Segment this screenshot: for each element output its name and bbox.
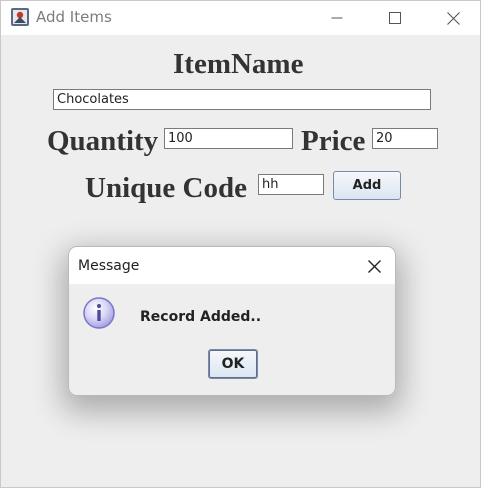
java-app-icon	[11, 8, 29, 26]
info-icon	[83, 297, 115, 329]
dialog-close-button[interactable]	[361, 253, 387, 279]
dialog-message: Record Added..	[140, 309, 262, 325]
maximize-icon	[389, 12, 401, 24]
window-title: Add Items	[36, 8, 112, 26]
maximize-button[interactable]	[372, 1, 418, 35]
unique-code-field[interactable]: hh	[258, 174, 324, 195]
dialog-title: Message	[78, 258, 140, 274]
item-name-field[interactable]: Chocolates	[53, 89, 431, 110]
close-icon	[367, 259, 381, 273]
dialog-title-bar[interactable]: Message	[69, 247, 395, 284]
minimize-icon	[331, 17, 343, 19]
close-button[interactable]	[430, 1, 476, 35]
ok-button[interactable]: OK	[208, 349, 258, 379]
quantity-field[interactable]: 100	[164, 128, 293, 149]
add-items-window: Add Items ItemName Chocolates Quantity 1…	[0, 0, 481, 488]
quantity-label: Quantity	[47, 125, 159, 157]
add-button[interactable]: Add	[333, 171, 401, 200]
close-icon	[446, 11, 460, 25]
item-name-label: ItemName	[173, 48, 304, 80]
price-label: Price	[301, 125, 366, 157]
minimize-button[interactable]	[314, 1, 360, 35]
unique-code-label: Unique Code	[85, 172, 247, 204]
message-dialog: Message Record Added.. OK	[68, 246, 396, 396]
title-bar[interactable]: Add Items	[1, 1, 480, 35]
price-field[interactable]: 20	[372, 128, 438, 149]
